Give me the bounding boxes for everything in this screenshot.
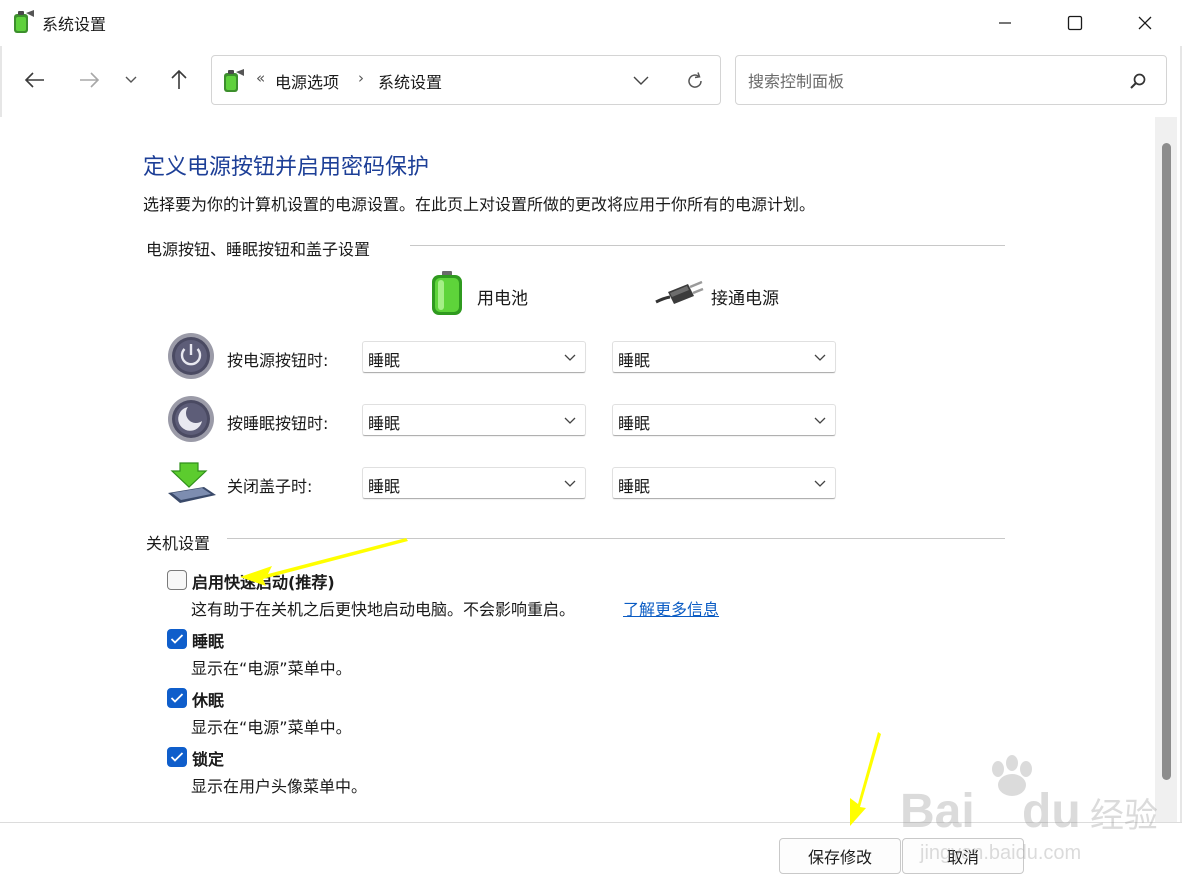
laptop-lid-icon	[164, 457, 216, 507]
hibernate-checkbox[interactable]	[167, 688, 187, 708]
hibernate-option-label[interactable]: 休眠	[192, 687, 224, 711]
checkmark-icon	[170, 634, 184, 644]
sleep-checkbox[interactable]	[167, 629, 187, 649]
select-value: 睡眠	[618, 477, 651, 496]
refresh-icon	[688, 72, 702, 88]
svg-text:经验: 经验	[1090, 797, 1158, 835]
up-button[interactable]	[161, 62, 197, 98]
battery-column-label: 用电池	[477, 289, 528, 309]
chevron-down-icon	[564, 480, 576, 487]
annotation-arrow	[240, 538, 408, 586]
maximize-button[interactable]	[1040, 0, 1110, 46]
close-lid-label: 关闭盖子时:	[227, 477, 313, 496]
fast-startup-checkbox[interactable]	[167, 570, 187, 590]
select-value: 睡眠	[368, 414, 401, 433]
chevron-down-icon	[814, 354, 826, 361]
close-lid-battery-select[interactable]: 睡眠	[362, 467, 586, 499]
section-divider	[410, 245, 1005, 246]
breadcrumb-system-settings[interactable]: 系统设置	[378, 69, 442, 93]
select-value: 睡眠	[618, 414, 651, 433]
sleep-button-plugged-select[interactable]: 睡眠	[612, 404, 836, 436]
scrollbar-thumb[interactable]	[1162, 143, 1171, 780]
close-lid-plugged-select[interactable]: 睡眠	[612, 467, 836, 499]
power-plug-icon	[654, 278, 704, 308]
hibernate-option-description: 显示在“电源”菜单中。	[191, 718, 352, 737]
save-changes-button[interactable]: 保存修改	[779, 838, 901, 874]
search-input[interactable]	[746, 68, 1110, 94]
sleep-option-label[interactable]: 睡眠	[192, 628, 224, 652]
breadcrumb-power-options[interactable]: 电源选项	[275, 69, 339, 93]
address-bar[interactable]: « 电源选项 › 系统设置	[211, 55, 721, 105]
control-panel-power-icon	[222, 68, 246, 94]
checkmark-icon	[170, 693, 184, 703]
plugged-in-column-label: 接通电源	[711, 289, 779, 309]
chevron-down-icon	[633, 76, 649, 85]
svg-text:du: du	[1022, 785, 1081, 838]
chevron-down-icon	[814, 480, 826, 487]
shutdown-section-title: 关机设置	[146, 534, 211, 553]
recent-locations-button[interactable]	[116, 62, 146, 98]
control-panel-power-icon	[12, 9, 36, 35]
arrow-right-icon	[80, 72, 100, 88]
checkmark-icon	[170, 752, 184, 762]
lock-checkbox[interactable]	[167, 747, 187, 767]
refresh-button[interactable]	[682, 69, 708, 93]
annotation-arrow	[850, 732, 881, 826]
power-button-plugged-select[interactable]: 睡眠	[612, 341, 836, 373]
page-description: 选择要为你的计算机设置的电源设置。在此页上对设置所做的更改将应用于你所有的电源计…	[143, 195, 816, 214]
back-button[interactable]	[17, 62, 53, 98]
sleep-button-icon	[166, 394, 216, 444]
chevron-down-icon	[814, 417, 826, 424]
sleep-button-label: 按睡眠按钮时:	[227, 414, 329, 433]
chevron-down-icon	[125, 76, 137, 83]
close-button[interactable]	[1110, 0, 1180, 46]
arrow-left-icon	[24, 72, 44, 88]
power-section-title: 电源按钮、睡眠按钮和盖子设置	[146, 240, 371, 259]
sleep-button-battery-select[interactable]: 睡眠	[362, 404, 586, 436]
power-button-icon	[166, 331, 216, 381]
select-value: 睡眠	[368, 477, 401, 496]
window-title: 系统设置	[42, 15, 107, 34]
sleep-option-description: 显示在“电源”菜单中。	[191, 659, 352, 678]
minimize-button[interactable]	[970, 0, 1040, 46]
svg-text:Bai: Bai	[900, 785, 975, 838]
select-value: 睡眠	[368, 351, 401, 370]
power-button-label: 按电源按钮时:	[227, 351, 329, 370]
close-icon	[1138, 16, 1152, 30]
lock-option-description: 显示在用户头像菜单中。	[191, 777, 368, 796]
lock-option-label[interactable]: 锁定	[192, 746, 224, 770]
search-box[interactable]	[735, 55, 1167, 105]
arrow-up-icon	[171, 69, 187, 89]
title-bar: 系统设置	[0, 0, 1182, 46]
svg-text:jingyan.baidu.com: jingyan.baidu.com	[919, 842, 1081, 864]
select-value: 睡眠	[618, 351, 651, 370]
breadcrumb-separator[interactable]: ›	[358, 69, 364, 87]
page-title: 定义电源按钮并启用密码保护	[143, 155, 430, 180]
chevron-down-icon	[564, 354, 576, 361]
address-dropdown-button[interactable]	[628, 69, 654, 93]
learn-more-link[interactable]: 了解更多信息	[623, 596, 719, 620]
breadcrumb-overflow[interactable]: «	[256, 69, 265, 87]
power-button-battery-select[interactable]: 睡眠	[362, 341, 586, 373]
chevron-down-icon	[564, 417, 576, 424]
fast-startup-description: 这有助于在关机之后更快地启动电脑。不会影响重启。	[191, 600, 576, 619]
battery-icon	[429, 270, 465, 316]
baidu-watermark-logo: Bai du 经验 jingyan.baidu.com	[900, 755, 1158, 864]
minimize-icon	[999, 22, 1011, 24]
maximize-icon	[1067, 15, 1083, 31]
search-icon[interactable]	[1126, 69, 1150, 93]
forward-button[interactable]	[71, 62, 107, 98]
